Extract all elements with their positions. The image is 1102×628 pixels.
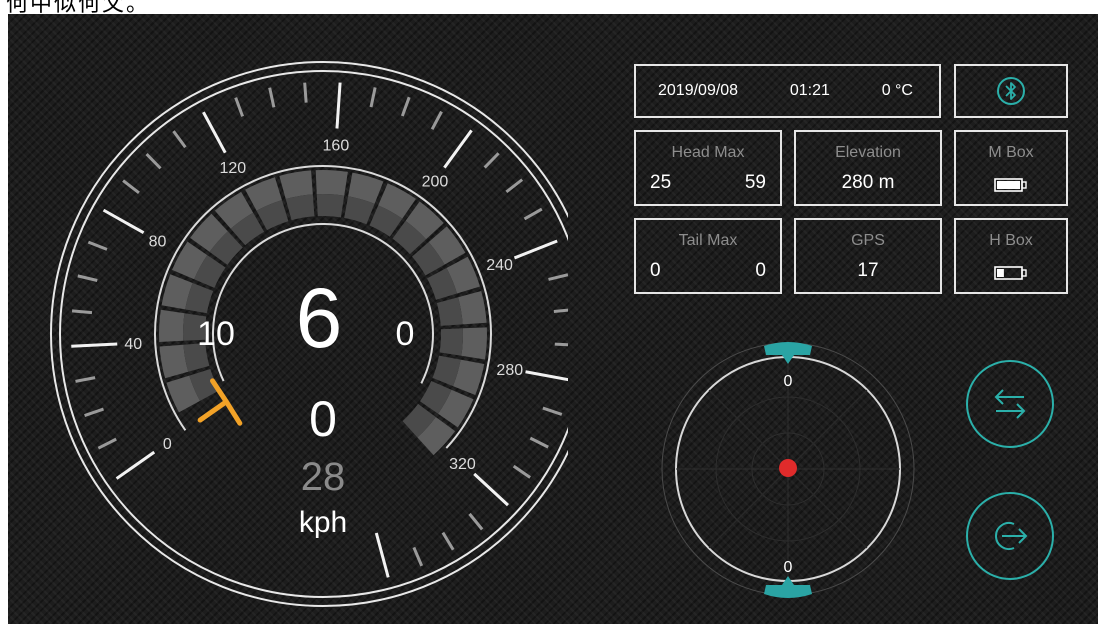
minor-tick: [97, 437, 117, 450]
minor-tick: [553, 308, 568, 314]
minor-tick: [172, 130, 187, 149]
gauge-segment-outer: [158, 309, 185, 342]
speed-right-value: 0: [396, 315, 415, 353]
m-box-panel: M Box: [954, 130, 1068, 206]
bluetooth-button[interactable]: [954, 64, 1068, 118]
exit-icon: [995, 522, 1028, 550]
gauge-segment-inner: [436, 297, 463, 326]
tail-max-right-value: 0: [755, 260, 766, 281]
tail-max-panel: Tail Max 0 0: [634, 218, 782, 294]
elevation-value: 280 m: [841, 172, 895, 193]
dashboard-screen: 0 40 80 120 160 200 240 280 320 10 6 0 0 28 kph …: [8, 14, 1098, 624]
major-tick: [115, 450, 156, 480]
head-max-label: Head Max: [671, 144, 745, 161]
head-max-left-value: 25: [650, 172, 672, 193]
gps-satellite-count: 17: [857, 260, 879, 281]
minor-tick: [400, 96, 411, 117]
gauge-segment-outer: [315, 169, 348, 196]
minor-tick: [542, 406, 563, 416]
h-box-label: H Box: [989, 232, 1033, 249]
minor-tick: [512, 464, 531, 479]
gauge-segment-outer: [461, 327, 487, 360]
major-tick: [473, 472, 509, 507]
swap-arrows-icon: [994, 389, 1026, 419]
speed-secondary-value: 0: [309, 391, 337, 447]
level-compass: 0 0: [661, 342, 915, 598]
m-box-battery-icon: [994, 178, 1027, 192]
minor-tick: [505, 178, 524, 194]
minor-tick: [548, 273, 568, 281]
swap-button[interactable]: [966, 360, 1054, 448]
major-tick: [202, 111, 227, 154]
exit-button[interactable]: [966, 492, 1054, 580]
minor-tick: [122, 179, 140, 194]
gauge-segment-inner: [439, 328, 463, 356]
time-label: 01:21: [789, 82, 830, 99]
minor-tick: [77, 274, 98, 282]
minor-tick: [554, 342, 568, 347]
scale-label: 0: [163, 436, 172, 453]
scale-label: 40: [124, 336, 142, 353]
date-label: 2019/09/08: [658, 82, 739, 99]
minor-tick: [412, 546, 424, 567]
head-max-right-value: 59: [744, 172, 766, 193]
minor-tick: [234, 97, 245, 117]
scale-label: 200: [422, 174, 449, 191]
temperature-label: 0 °C: [881, 82, 913, 99]
speed-unit-label: kph: [299, 506, 347, 539]
minor-tick: [87, 240, 108, 251]
gauge-segment-outer: [458, 290, 487, 325]
minor-tick: [75, 376, 96, 383]
h-box-panel: H Box: [954, 218, 1068, 294]
gauge-segment-inner: [316, 194, 345, 218]
minor-tick: [369, 87, 377, 108]
major-tick: [525, 370, 568, 382]
scale-label: 120: [219, 160, 246, 177]
compass-top-value: 0: [784, 373, 793, 390]
scale-label: 280: [496, 362, 523, 379]
major-tick: [513, 239, 558, 260]
speedometer: 0 40 80 120 160 200 240 280 320 10 6 0 0 28 kph: [50, 61, 568, 607]
elevation-label: Elevation: [835, 144, 901, 161]
compass-bottom-value: 0: [784, 559, 793, 576]
minor-tick: [529, 436, 549, 449]
major-tick: [102, 208, 145, 235]
scale-label: 320: [449, 456, 476, 473]
minor-tick: [523, 207, 543, 221]
scale-label: 240: [486, 257, 513, 274]
minor-tick: [268, 87, 276, 108]
top-level-marker: [764, 342, 812, 364]
minor-tick: [303, 82, 308, 103]
speed-main-value: 6: [296, 271, 343, 365]
h-box-battery-icon: [994, 266, 1027, 280]
minor-tick: [441, 531, 455, 551]
major-tick: [71, 342, 118, 348]
gps-label: GPS: [851, 232, 885, 249]
bluetooth-icon: [997, 77, 1025, 105]
elevation-panel: Elevation 280 m: [794, 130, 942, 206]
gauge-segment-inner: [285, 194, 315, 221]
speed-tertiary-value: 28: [301, 455, 346, 499]
major-tick: [374, 532, 390, 578]
speed-left-value: 10: [197, 315, 235, 353]
minor-tick: [145, 153, 162, 170]
major-tick: [443, 129, 473, 169]
minor-tick: [430, 110, 443, 130]
gauge-segment-outer: [279, 170, 313, 200]
major-tick: [335, 82, 342, 129]
scale-label: 80: [149, 234, 167, 251]
minor-tick: [84, 407, 104, 418]
level-position-dot: [779, 459, 797, 477]
scale-label: 160: [323, 137, 350, 154]
gps-panel: GPS 17: [794, 218, 942, 294]
minor-tick: [468, 512, 484, 531]
m-box-label: M Box: [988, 144, 1034, 161]
minor-tick: [483, 152, 500, 169]
tail-max-left-value: 0: [650, 260, 661, 281]
tail-max-label: Tail Max: [678, 232, 738, 249]
head-max-panel: Head Max 25 59: [634, 130, 782, 206]
status-bar: 2019/09/08 01:21 0 °C: [634, 64, 941, 118]
minor-tick: [71, 309, 93, 315]
